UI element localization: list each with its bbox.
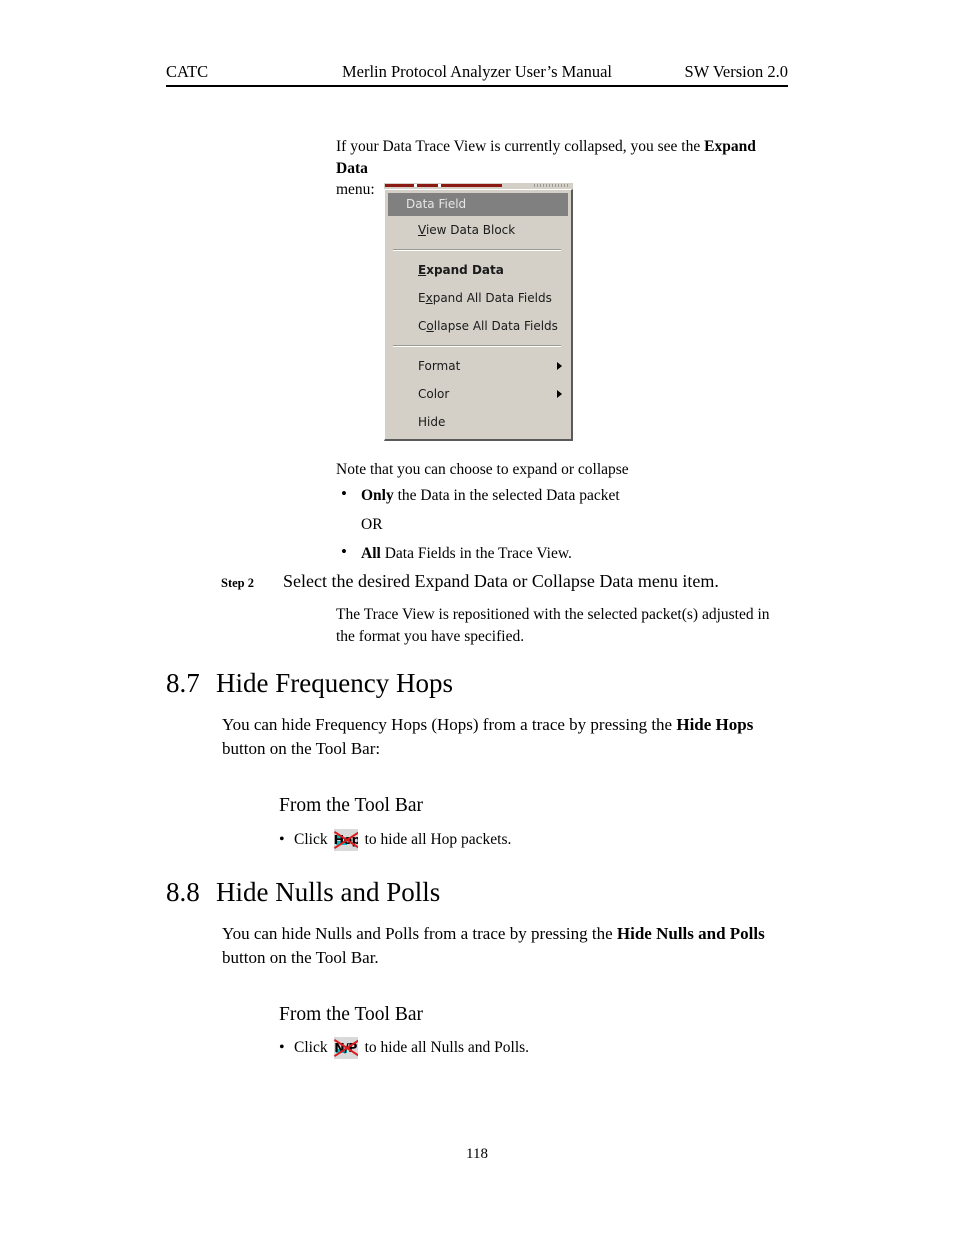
menu-separator-1 xyxy=(393,249,561,251)
section-8-8-paragraph: You can hide Nulls and Polls from a trac… xyxy=(222,922,788,970)
step-row: Step 2 Select the desired Expand Data or… xyxy=(221,570,788,593)
menu-item-expand-all-data-fields[interactable]: Expand All Data Fields xyxy=(385,284,571,312)
context-menu-title: Data Field xyxy=(388,193,568,216)
menu-item-expand-data[interactable]: Expand Data xyxy=(385,256,571,284)
step-result-paragraph: The Trace View is repositioned with the … xyxy=(336,606,770,645)
trace-tick-mark-2 xyxy=(438,184,441,187)
section-title-8-7: Hide Frequency Hops xyxy=(216,668,453,698)
click-instruction-hide-hops: • Click Hop to hide all Hop packets. xyxy=(279,829,511,851)
subheading-from-the-tool-bar-8-7: From the Tool Bar xyxy=(279,795,423,816)
header-right-text: SW Version 2.0 xyxy=(684,62,788,81)
bullet-all-rest: Data Fields in the Trace View. xyxy=(380,545,572,562)
sec-88-para-b: button on the Tool Bar. xyxy=(222,948,379,968)
footer-page-number: 118 xyxy=(466,1146,488,1162)
trace-red-line xyxy=(385,184,502,187)
sec-88-para-bold: Hide Nulls and Polls xyxy=(616,924,765,943)
step-instruction-text: Select the desired Expand Data or Collap… xyxy=(283,571,719,591)
menu-item-view-data-block[interactable]: View Data Block xyxy=(385,216,571,244)
step-label: Step 2 xyxy=(221,576,254,590)
menu-item-color-label: Color xyxy=(418,387,450,401)
section-title-8-8: Hide Nulls and Polls xyxy=(216,877,441,907)
hide-nulls-polls-toolbar-icon[interactable]: N/P xyxy=(333,1037,358,1059)
note-lead-text: Note that you can choose to expand or co… xyxy=(336,461,629,478)
bullet-glyph: • xyxy=(341,484,347,503)
bullet-item-only: • Only the Data in the selected Data pac… xyxy=(341,484,788,507)
note-or-text: OR xyxy=(361,516,383,533)
header-left-text: CATC xyxy=(166,62,209,81)
hide-hops-toolbar-icon[interactable]: Hop xyxy=(333,829,358,851)
submenu-arrow-icon xyxy=(557,362,562,370)
bullet-only-bold: Only xyxy=(361,487,394,504)
intro-text-b: menu: xyxy=(336,181,375,199)
section-number-8-8: 8.8 xyxy=(166,877,200,907)
bullet-glyph: • xyxy=(279,831,285,848)
header-center-text: Merlin Protocol Analyzer User’s Manual xyxy=(341,62,613,81)
trace-gray-dots xyxy=(534,184,568,187)
click-instruction-hide-nulls-polls: • Click N/P to hide all Nulls and Polls. xyxy=(279,1037,529,1059)
click-pre-text: Click xyxy=(294,1039,328,1056)
click-post-text: to hide all Nulls and Polls. xyxy=(364,1039,530,1056)
menu-item-hide-label: Hide xyxy=(418,415,446,429)
trace-tick-mark-1 xyxy=(414,184,417,187)
menu-item-hide[interactable]: Hide xyxy=(385,408,571,436)
bullet-glyph: • xyxy=(279,1039,285,1056)
sec-87-para-b: button on the Tool Bar: xyxy=(222,739,381,759)
bullet-item-all: • All Data Fields in the Trace View. xyxy=(341,542,788,565)
section-number-8-7: 8.7 xyxy=(166,668,200,698)
sec-87-para-a: You can hide Frequency Hops (Hops) from … xyxy=(222,715,677,734)
context-menu-frame: Data Field View Data Block Expand Data E… xyxy=(384,189,573,441)
sec-87-para-bold: Hide Hops xyxy=(676,715,754,734)
page-running-header: CATC Merlin Protocol Analyzer User’s Man… xyxy=(166,62,788,87)
context-menu-screenshot: Data Field View Data Block Expand Data E… xyxy=(384,183,573,441)
intro-text-a: If your Data Trace View is currently col… xyxy=(336,138,705,155)
section-8-7-paragraph: You can hide Frequency Hops (Hops) from … xyxy=(222,713,788,761)
bullet-glyph: • xyxy=(341,542,347,561)
menu-item-format-label: Format xyxy=(418,359,461,373)
section-heading-8-8: 8.8 Hide Nulls and Polls xyxy=(166,876,788,908)
bullet-all-bold: All xyxy=(361,545,381,562)
submenu-arrow-icon xyxy=(557,390,562,398)
click-post-text: to hide all Hop packets. xyxy=(364,831,512,848)
click-pre-text: Click xyxy=(294,831,328,848)
subheading-from-the-tool-bar-8-8: From the Tool Bar xyxy=(279,1004,423,1025)
bullet-only-rest: the Data in the selected Data packet xyxy=(393,487,620,504)
menu-item-color[interactable]: Color xyxy=(385,380,571,408)
menu-item-collapse-all-data-fields[interactable]: Collapse All Data Fields xyxy=(385,312,571,340)
menu-item-format[interactable]: Format xyxy=(385,352,571,380)
menu-separator-2 xyxy=(393,345,561,347)
section-heading-8-7: 8.7 Hide Frequency Hops xyxy=(166,667,788,699)
sec-88-para-a: You can hide Nulls and Polls from a trac… xyxy=(222,924,617,943)
